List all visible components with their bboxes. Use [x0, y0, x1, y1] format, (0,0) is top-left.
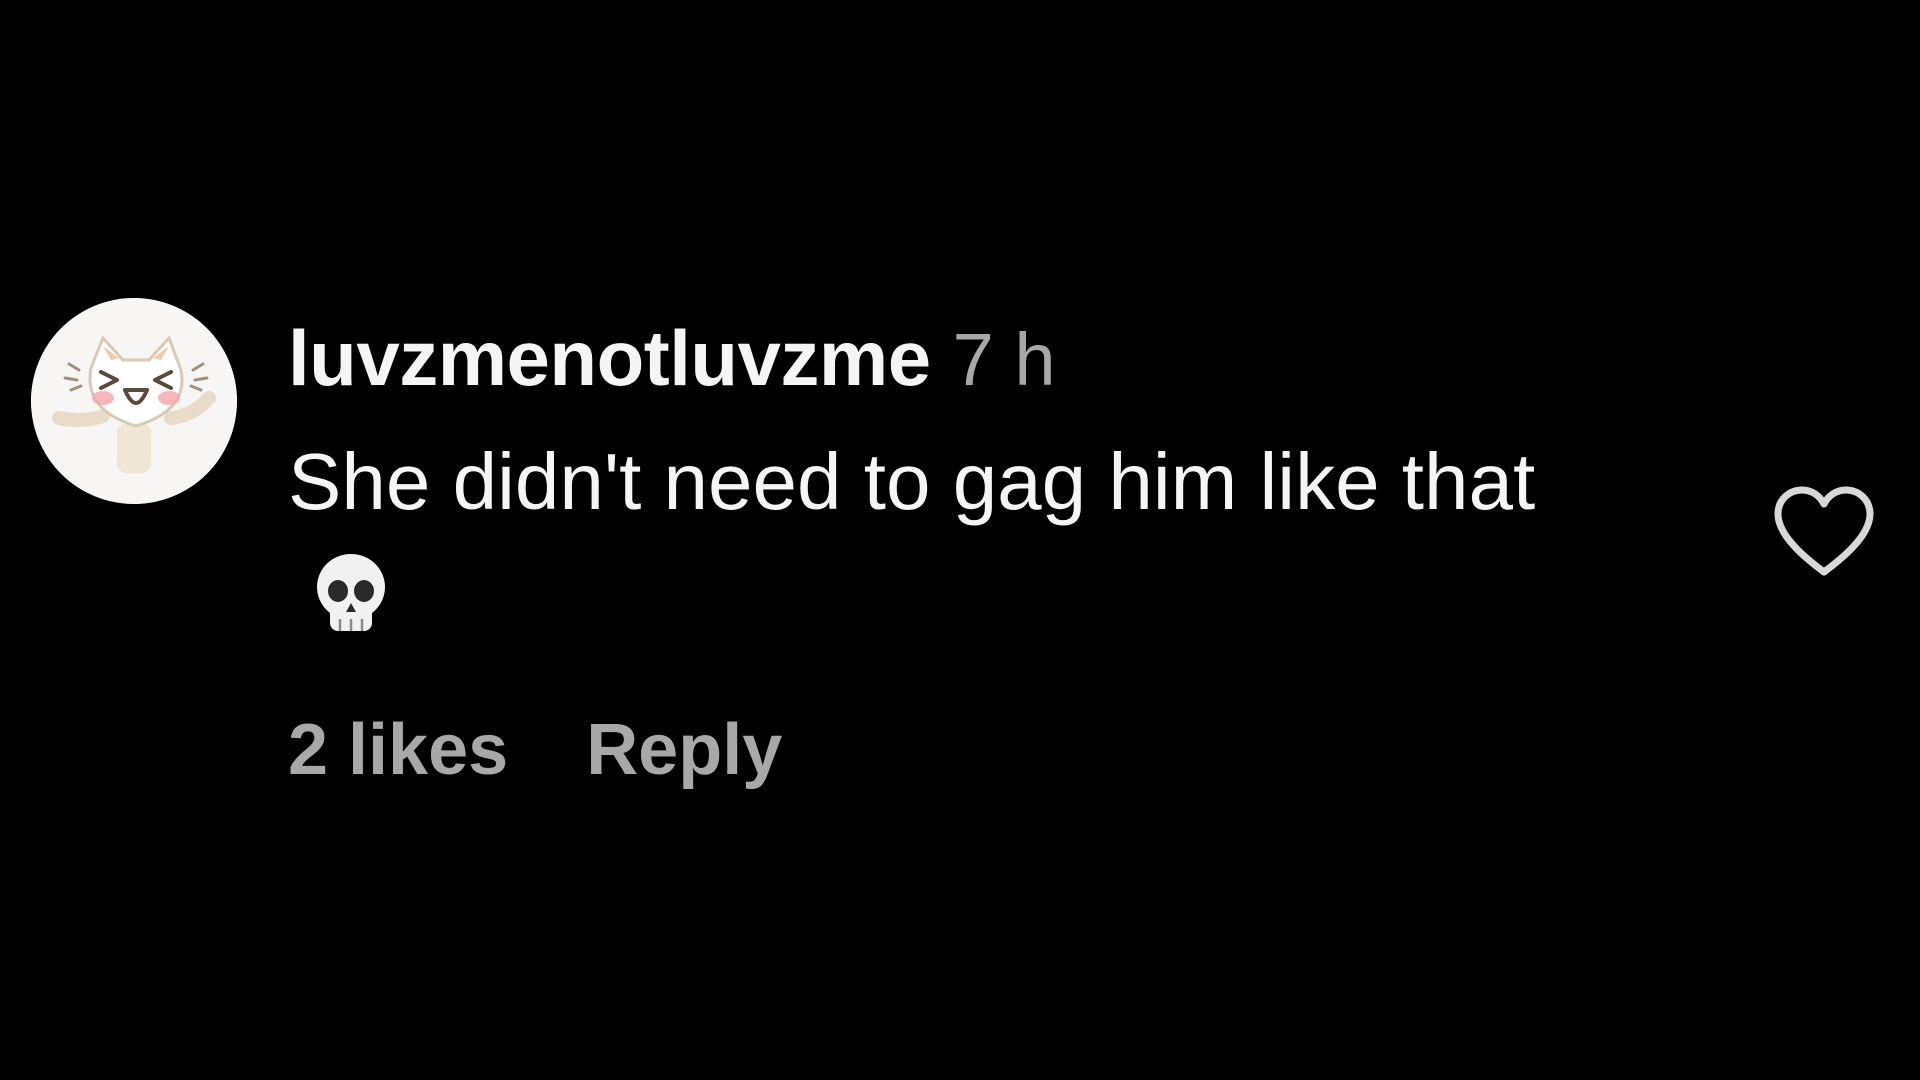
- cat-avatar-icon: [31, 298, 237, 504]
- reply-button[interactable]: Reply: [586, 710, 782, 790]
- likes-count[interactable]: 2 likes: [288, 710, 508, 790]
- heart-outline-icon[interactable]: [1772, 484, 1876, 580]
- timestamp: 7 h: [952, 318, 1056, 401]
- comment-actions: 2 likes Reply: [288, 704, 782, 796]
- comment-body: She didn't need to gag him like that: [288, 425, 1628, 653]
- username[interactable]: luvzmenotluvzme: [288, 314, 931, 402]
- avatar[interactable]: [31, 298, 237, 504]
- comment-item: luvzmenotluvzme 7 h She didn't need to ga…: [0, 0, 1920, 1080]
- skull-emoji-icon: [310, 551, 392, 639]
- comment-text: She didn't need to gag him like that: [288, 437, 1536, 526]
- comment-header: luvzmenotluvzme 7 h: [288, 312, 1056, 404]
